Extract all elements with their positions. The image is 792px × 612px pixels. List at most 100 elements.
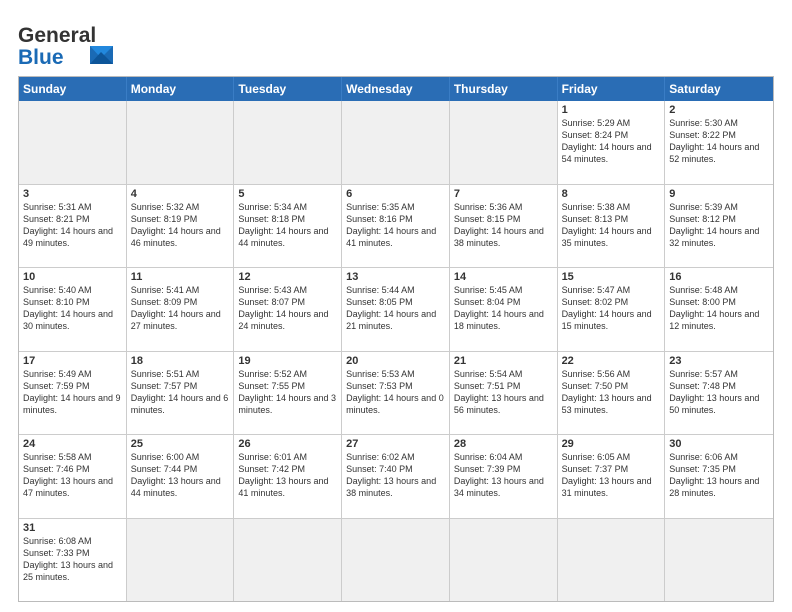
cal-cell — [342, 519, 450, 602]
cal-cell: 6Sunrise: 5:35 AMSunset: 8:16 PMDaylight… — [342, 185, 450, 268]
sun-info: Sunrise: 6:04 AMSunset: 7:39 PMDaylight:… — [454, 451, 553, 500]
sun-info: Sunrise: 5:47 AMSunset: 8:02 PMDaylight:… — [562, 284, 661, 333]
sun-info: Sunrise: 5:48 AMSunset: 8:00 PMDaylight:… — [669, 284, 769, 333]
sun-info: Sunrise: 5:57 AMSunset: 7:48 PMDaylight:… — [669, 368, 769, 417]
cal-cell — [450, 519, 558, 602]
cal-cell: 5Sunrise: 5:34 AMSunset: 8:18 PMDaylight… — [234, 185, 342, 268]
svg-text:General: General — [18, 24, 96, 47]
sun-info: Sunrise: 5:56 AMSunset: 7:50 PMDaylight:… — [562, 368, 661, 417]
cal-cell: 28Sunrise: 6:04 AMSunset: 7:39 PMDayligh… — [450, 435, 558, 518]
day-number: 26 — [238, 438, 337, 450]
sun-info: Sunrise: 6:00 AMSunset: 7:44 PMDaylight:… — [131, 451, 230, 500]
sun-info: Sunrise: 5:31 AMSunset: 8:21 PMDaylight:… — [23, 201, 122, 250]
cal-cell: 10Sunrise: 5:40 AMSunset: 8:10 PMDayligh… — [19, 268, 127, 351]
cal-header-tuesday: Tuesday — [234, 77, 342, 101]
sun-info: Sunrise: 5:30 AMSunset: 8:22 PMDaylight:… — [669, 117, 769, 166]
day-number: 20 — [346, 355, 445, 367]
day-number: 13 — [346, 271, 445, 283]
cal-cell: 16Sunrise: 5:48 AMSunset: 8:00 PMDayligh… — [665, 268, 773, 351]
cal-cell: 17Sunrise: 5:49 AMSunset: 7:59 PMDayligh… — [19, 352, 127, 435]
day-number: 11 — [131, 271, 230, 283]
cal-cell — [234, 519, 342, 602]
cal-cell: 7Sunrise: 5:36 AMSunset: 8:15 PMDaylight… — [450, 185, 558, 268]
cal-cell: 9Sunrise: 5:39 AMSunset: 8:12 PMDaylight… — [665, 185, 773, 268]
day-number: 24 — [23, 438, 122, 450]
cal-cell: 3Sunrise: 5:31 AMSunset: 8:21 PMDaylight… — [19, 185, 127, 268]
day-number: 8 — [562, 188, 661, 200]
calendar-header-row: SundayMondayTuesdayWednesdayThursdayFrid… — [19, 77, 773, 101]
sun-info: Sunrise: 5:52 AMSunset: 7:55 PMDaylight:… — [238, 368, 337, 417]
cal-cell: 22Sunrise: 5:56 AMSunset: 7:50 PMDayligh… — [558, 352, 666, 435]
cal-cell — [558, 519, 666, 602]
logo-container: General Blue — [18, 16, 128, 68]
day-number: 23 — [669, 355, 769, 367]
cal-cell — [665, 519, 773, 602]
cal-week-row-2: 3Sunrise: 5:31 AMSunset: 8:21 PMDaylight… — [19, 184, 773, 268]
sun-info: Sunrise: 5:43 AMSunset: 8:07 PMDaylight:… — [238, 284, 337, 333]
sun-info: Sunrise: 6:08 AMSunset: 7:33 PMDaylight:… — [23, 535, 122, 584]
cal-cell — [342, 101, 450, 184]
sun-info: Sunrise: 5:34 AMSunset: 8:18 PMDaylight:… — [238, 201, 337, 250]
day-number: 15 — [562, 271, 661, 283]
cal-header-monday: Monday — [127, 77, 235, 101]
calendar-body: 1Sunrise: 5:29 AMSunset: 8:24 PMDaylight… — [19, 101, 773, 601]
day-number: 12 — [238, 271, 337, 283]
cal-week-row-6: 31Sunrise: 6:08 AMSunset: 7:33 PMDayligh… — [19, 518, 773, 602]
cal-cell: 20Sunrise: 5:53 AMSunset: 7:53 PMDayligh… — [342, 352, 450, 435]
cal-cell: 18Sunrise: 5:51 AMSunset: 7:57 PMDayligh… — [127, 352, 235, 435]
cal-cell: 8Sunrise: 5:38 AMSunset: 8:13 PMDaylight… — [558, 185, 666, 268]
cal-cell — [127, 101, 235, 184]
day-number: 27 — [346, 438, 445, 450]
day-number: 10 — [23, 271, 122, 283]
sun-info: Sunrise: 5:49 AMSunset: 7:59 PMDaylight:… — [23, 368, 122, 417]
cal-header-wednesday: Wednesday — [342, 77, 450, 101]
cal-cell: 27Sunrise: 6:02 AMSunset: 7:40 PMDayligh… — [342, 435, 450, 518]
day-number: 25 — [131, 438, 230, 450]
cal-cell: 4Sunrise: 5:32 AMSunset: 8:19 PMDaylight… — [127, 185, 235, 268]
sun-info: Sunrise: 5:45 AMSunset: 8:04 PMDaylight:… — [454, 284, 553, 333]
day-number: 28 — [454, 438, 553, 450]
cal-cell: 29Sunrise: 6:05 AMSunset: 7:37 PMDayligh… — [558, 435, 666, 518]
day-number: 17 — [23, 355, 122, 367]
day-number: 30 — [669, 438, 769, 450]
day-number: 1 — [562, 104, 661, 116]
day-number: 31 — [23, 522, 122, 534]
cal-cell: 23Sunrise: 5:57 AMSunset: 7:48 PMDayligh… — [665, 352, 773, 435]
cal-header-friday: Friday — [558, 77, 666, 101]
day-number: 22 — [562, 355, 661, 367]
sun-info: Sunrise: 5:41 AMSunset: 8:09 PMDaylight:… — [131, 284, 230, 333]
cal-cell: 30Sunrise: 6:06 AMSunset: 7:35 PMDayligh… — [665, 435, 773, 518]
day-number: 21 — [454, 355, 553, 367]
cal-week-row-3: 10Sunrise: 5:40 AMSunset: 8:10 PMDayligh… — [19, 267, 773, 351]
calendar: SundayMondayTuesdayWednesdayThursdayFrid… — [18, 76, 774, 602]
day-number: 9 — [669, 188, 769, 200]
sun-info: Sunrise: 5:44 AMSunset: 8:05 PMDaylight:… — [346, 284, 445, 333]
cal-week-row-1: 1Sunrise: 5:29 AMSunset: 8:24 PMDaylight… — [19, 101, 773, 184]
sun-info: Sunrise: 6:02 AMSunset: 7:40 PMDaylight:… — [346, 451, 445, 500]
cal-cell: 2Sunrise: 5:30 AMSunset: 8:22 PMDaylight… — [665, 101, 773, 184]
svg-text:Blue: Blue — [18, 46, 64, 68]
cal-cell: 26Sunrise: 6:01 AMSunset: 7:42 PMDayligh… — [234, 435, 342, 518]
sun-info: Sunrise: 6:06 AMSunset: 7:35 PMDaylight:… — [669, 451, 769, 500]
sun-info: Sunrise: 5:38 AMSunset: 8:13 PMDaylight:… — [562, 201, 661, 250]
cal-cell: 19Sunrise: 5:52 AMSunset: 7:55 PMDayligh… — [234, 352, 342, 435]
cal-cell: 11Sunrise: 5:41 AMSunset: 8:09 PMDayligh… — [127, 268, 235, 351]
cal-week-row-4: 17Sunrise: 5:49 AMSunset: 7:59 PMDayligh… — [19, 351, 773, 435]
day-number: 5 — [238, 188, 337, 200]
day-number: 3 — [23, 188, 122, 200]
sun-info: Sunrise: 5:36 AMSunset: 8:15 PMDaylight:… — [454, 201, 553, 250]
sun-info: Sunrise: 5:29 AMSunset: 8:24 PMDaylight:… — [562, 117, 661, 166]
sun-info: Sunrise: 5:40 AMSunset: 8:10 PMDaylight:… — [23, 284, 122, 333]
sun-info: Sunrise: 5:35 AMSunset: 8:16 PMDaylight:… — [346, 201, 445, 250]
day-number: 29 — [562, 438, 661, 450]
sun-info: Sunrise: 5:32 AMSunset: 8:19 PMDaylight:… — [131, 201, 230, 250]
logo-svg: General Blue — [18, 16, 128, 68]
page: General Blue SundayMondayTuesdayWednesda… — [0, 0, 792, 612]
sun-info: Sunrise: 5:51 AMSunset: 7:57 PMDaylight:… — [131, 368, 230, 417]
cal-cell — [450, 101, 558, 184]
cal-cell: 1Sunrise: 5:29 AMSunset: 8:24 PMDaylight… — [558, 101, 666, 184]
cal-cell: 31Sunrise: 6:08 AMSunset: 7:33 PMDayligh… — [19, 519, 127, 602]
sun-info: Sunrise: 6:01 AMSunset: 7:42 PMDaylight:… — [238, 451, 337, 500]
cal-cell — [234, 101, 342, 184]
day-number: 7 — [454, 188, 553, 200]
